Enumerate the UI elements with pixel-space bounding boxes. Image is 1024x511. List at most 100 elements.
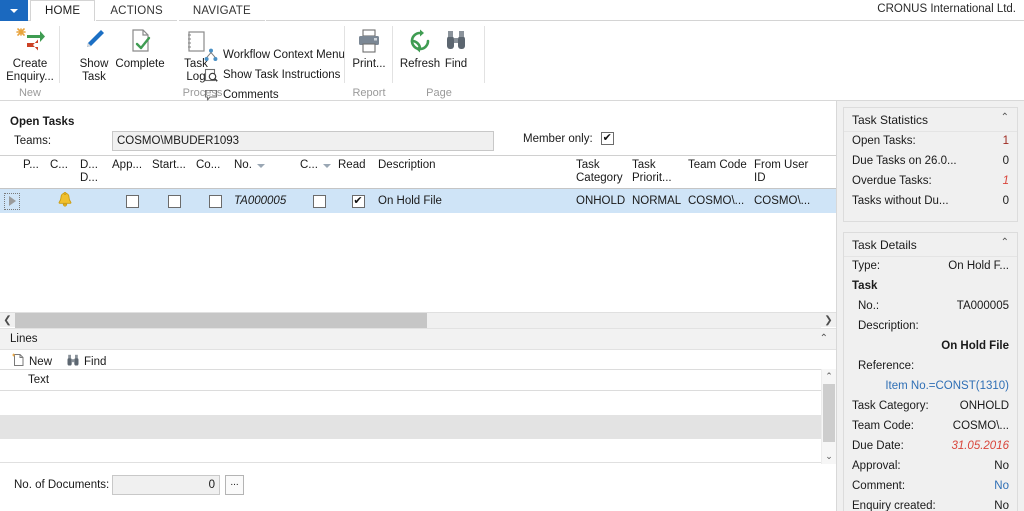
col-header-due-date[interactable]: D... D... xyxy=(80,156,112,188)
stat-label: Due Tasks on 26.0... xyxy=(852,155,957,167)
lines-grid: Text xyxy=(0,369,836,463)
col-header-category[interactable]: C... xyxy=(50,156,80,188)
scroll-left-icon[interactable]: ❮ xyxy=(0,313,15,328)
vscroll-track[interactable] xyxy=(821,384,837,449)
col-header-description[interactable]: Description xyxy=(378,156,576,188)
detail-row-enquiry-created: Enquiry created: No xyxy=(852,500,1009,511)
scroll-down-icon[interactable]: ⌄ xyxy=(825,449,833,464)
tab-home[interactable]: HOME xyxy=(30,0,96,21)
col-header-task-priority[interactable]: Task Priorit... xyxy=(632,156,688,188)
find-button[interactable]: Find xyxy=(433,24,479,71)
ribbon-group-page: Refresh Find Page xyxy=(393,21,485,101)
detail-reference-label: Reference: xyxy=(858,360,915,372)
task-statistics-factbox: Task Statistics ⌃ Open Tasks: 1 Due Task… xyxy=(843,107,1018,222)
list-item[interactable] xyxy=(0,415,836,439)
stat-row-tasks-without-due-date: Tasks without Du... 0 xyxy=(852,195,1009,215)
cell-approval[interactable] xyxy=(112,189,152,213)
col-header-team-code[interactable]: Team Code xyxy=(688,156,754,188)
task-details-header[interactable]: Task Details ⌃ xyxy=(844,233,1017,257)
col-header-started[interactable]: Start... xyxy=(152,156,196,188)
col-header-no[interactable]: No. xyxy=(234,156,300,188)
col-header-task-category[interactable]: Task Category xyxy=(576,156,632,188)
print-button[interactable]: Print... xyxy=(340,24,398,71)
lines-find-button[interactable]: Find xyxy=(66,353,106,370)
tab-actions[interactable]: ACTIONS xyxy=(95,0,178,21)
cell-no[interactable]: TA000005 xyxy=(234,189,300,213)
printer-icon xyxy=(355,24,383,58)
task-details-body: Type: On Hold F... Task No.: TA000005 De… xyxy=(844,257,1017,511)
detail-row-comment: Comment: No xyxy=(852,480,1009,500)
cell-team-code[interactable]: COSMO\... xyxy=(688,189,754,213)
cell-started[interactable] xyxy=(152,189,196,213)
started-checkbox[interactable] xyxy=(167,194,181,208)
task-statistics-header[interactable]: Task Statistics ⌃ xyxy=(844,108,1017,132)
table-row[interactable]: TA000005 ✔ On Hold File ONHOLD NORMAL CO… xyxy=(0,189,836,213)
lines-find-label: Find xyxy=(84,355,107,368)
open-tasks-empty-area xyxy=(0,213,836,317)
col-header-c[interactable]: C... xyxy=(300,156,338,188)
list-item[interactable] xyxy=(0,391,836,415)
nav-task-list-window: HOME ACTIONS NAVIGATE CRONUS Internation… xyxy=(0,0,1024,511)
cell-from-user-id[interactable]: COSMO\... xyxy=(754,189,824,213)
lines-col-header-text[interactable]: Text xyxy=(28,374,49,386)
chevron-down-icon[interactable] xyxy=(256,164,265,168)
task-details-factbox: Task Details ⌃ Type: On Hold F... Task N… xyxy=(843,232,1018,511)
ribbon-group-label-report: Report xyxy=(352,87,386,99)
create-enquiry-button[interactable]: Create Enquiry... xyxy=(1,24,59,83)
cell-task-category[interactable]: ONHOLD xyxy=(576,189,632,213)
col-header-completed[interactable]: Co... xyxy=(196,156,234,188)
lines-vertical-scrollbar[interactable]: ⌃ ⌄ xyxy=(821,369,837,464)
list-item[interactable] xyxy=(0,439,836,463)
chevron-down-icon[interactable] xyxy=(322,164,331,168)
row-selector-arrow-icon[interactable] xyxy=(4,192,20,210)
cell-c[interactable] xyxy=(300,189,338,213)
print-label: Print... xyxy=(352,58,386,70)
c-checkbox[interactable] xyxy=(312,194,326,208)
detail-reference-value[interactable]: Item No.=CONST(1310) xyxy=(852,380,1009,400)
complete-button[interactable]: Complete xyxy=(109,24,171,71)
detail-value[interactable]: No xyxy=(994,480,1009,492)
detail-row-due-date: Due Date: 31.05.2016 xyxy=(852,440,1009,460)
cell-description[interactable]: On Hold File xyxy=(378,189,576,213)
detail-label: Team Code: xyxy=(852,420,915,432)
approval-checkbox[interactable] xyxy=(125,194,139,208)
workflow-context-menu-button[interactable]: Workflow Context Menu xyxy=(203,46,345,63)
application-menu-button[interactable] xyxy=(0,0,28,21)
vscroll-thumb[interactable] xyxy=(822,384,835,442)
detail-row-no: No.: TA000005 xyxy=(852,300,1009,320)
completed-checkbox[interactable] xyxy=(208,194,222,208)
no-of-documents-input[interactable]: 0 xyxy=(112,475,220,495)
scroll-up-icon[interactable]: ⌃ xyxy=(825,369,833,384)
col-header-from-user-id[interactable]: From User ID xyxy=(754,156,824,188)
chevron-up-icon[interactable]: ⌃ xyxy=(1001,113,1009,123)
col-header-approval[interactable]: App... xyxy=(112,156,152,188)
teams-input[interactable]: COSMO\MBUDER1093 xyxy=(112,131,494,151)
open-tasks-grid-header: P... C... D... D... App... Start... Co..… xyxy=(0,155,836,189)
scroll-right-icon[interactable]: ❯ xyxy=(821,313,836,328)
hscroll-thumb[interactable] xyxy=(15,312,427,328)
binoculars-icon xyxy=(443,24,469,58)
cell-read[interactable]: ✔ xyxy=(338,189,378,213)
hscroll-track[interactable] xyxy=(15,312,821,328)
no-of-documents-lookup-button[interactable]: ... xyxy=(225,475,244,495)
horizontal-scrollbar[interactable]: ❮ ❯ xyxy=(0,312,836,328)
new-document-icon xyxy=(12,353,25,370)
chevron-up-icon[interactable]: ⌃ xyxy=(820,334,828,344)
detail-label: Task Category: xyxy=(852,400,929,412)
ribbon-group-label-process: Process xyxy=(182,87,223,99)
detail-description-value: On Hold File xyxy=(941,340,1009,352)
lines-section-header[interactable]: Lines ⌃ xyxy=(0,328,836,350)
lines-new-button[interactable]: New xyxy=(12,353,52,370)
cell-due-date xyxy=(80,189,112,213)
detail-value: COSMO\... xyxy=(952,420,1009,432)
row-selector-cell[interactable] xyxy=(0,189,20,213)
chevron-up-icon[interactable]: ⌃ xyxy=(1001,238,1009,248)
tab-navigate[interactable]: NAVIGATE xyxy=(177,0,266,21)
col-header-priority[interactable]: P... xyxy=(20,156,50,188)
cell-task-priority[interactable]: NORMAL xyxy=(632,189,688,213)
cell-completed[interactable] xyxy=(196,189,234,213)
member-only-checkbox[interactable]: ✔ xyxy=(600,132,614,145)
col-header-read[interactable]: Read xyxy=(338,156,378,188)
read-checkbox[interactable]: ✔ xyxy=(351,194,365,208)
show-task-instructions-button[interactable]: Show Task Instructions xyxy=(203,66,340,83)
